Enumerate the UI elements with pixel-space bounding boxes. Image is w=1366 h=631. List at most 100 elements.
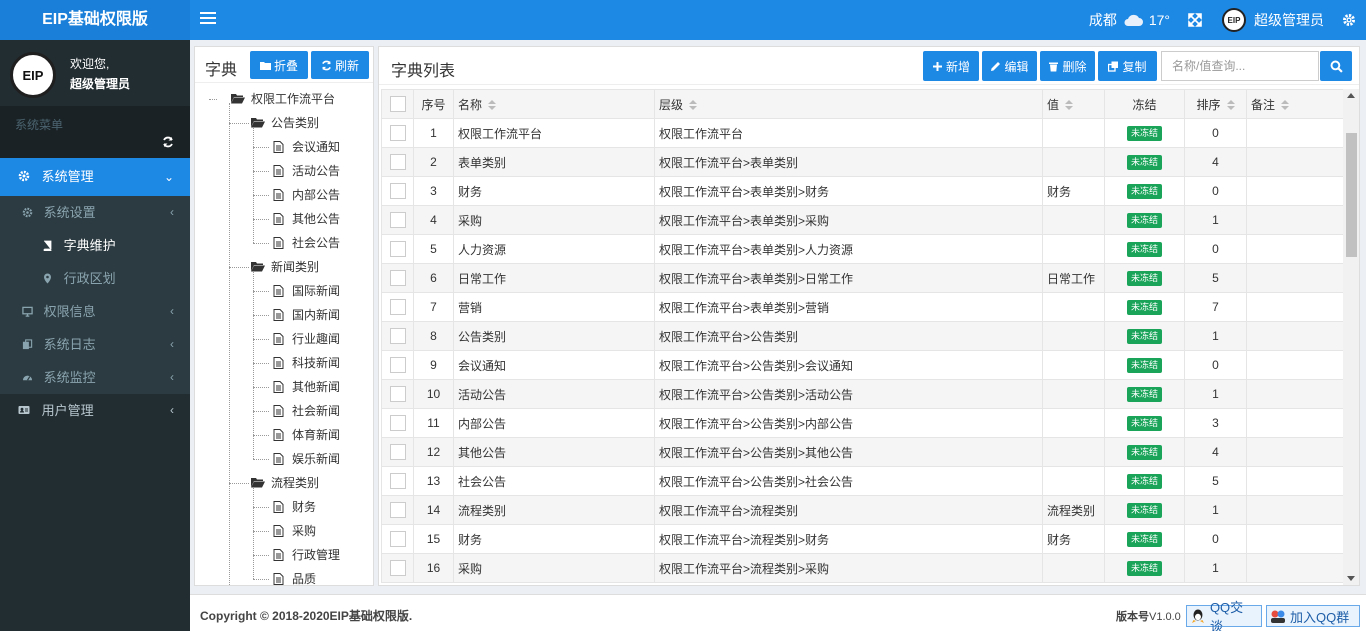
row-checkbox[interactable] bbox=[389, 328, 406, 344]
table-row[interactable]: 6 日常工作 权限工作流平台>表单类别>日常工作 日常工作 未冻结 5 bbox=[381, 263, 1343, 293]
tree-node-group[interactable]: 公告类别 bbox=[195, 111, 373, 135]
row-checkbox[interactable] bbox=[389, 560, 406, 576]
search-input[interactable] bbox=[1161, 51, 1319, 81]
tree-node-leaf[interactable]: 财务 bbox=[195, 495, 373, 519]
scrollbar-thumb[interactable] bbox=[1346, 133, 1357, 257]
row-checkbox[interactable] bbox=[389, 415, 406, 431]
menu-header: 系统菜单 bbox=[0, 106, 190, 158]
table-row[interactable]: 12 其他公告 权限工作流平台>公告类别>其他公告 未冻结 4 bbox=[381, 437, 1343, 467]
tree-node-leaf[interactable]: 其他新闻 bbox=[195, 375, 373, 399]
chevron-down-icon: ⌄ bbox=[163, 170, 174, 184]
qq-chat-button[interactable]: QQ交谈 bbox=[1186, 600, 1262, 631]
table-row[interactable]: 1 权限工作流平台 权限工作流平台 未冻结 0 bbox=[381, 118, 1343, 148]
document-icon bbox=[273, 333, 284, 345]
tree-node-leaf[interactable]: 科技新闻 bbox=[195, 351, 373, 375]
table-row[interactable]: 5 人力资源 权限工作流平台>表单类别>人力资源 未冻结 0 bbox=[381, 234, 1343, 264]
column-header-value[interactable]: 值 bbox=[1042, 89, 1105, 119]
row-checkbox[interactable] bbox=[389, 125, 406, 141]
table-row[interactable]: 16 采购 权限工作流平台>流程类别>采购 未冻结 1 bbox=[381, 553, 1343, 583]
header-username[interactable]: 超级管理员 bbox=[1254, 10, 1324, 30]
tree-node-leaf[interactable]: 会议通知 bbox=[195, 135, 373, 159]
brand-title[interactable]: EIP基础权限版 bbox=[0, 0, 190, 40]
row-checkbox[interactable] bbox=[389, 270, 406, 286]
row-checkbox[interactable] bbox=[389, 212, 406, 228]
tree-node-leaf[interactable]: 品质 bbox=[195, 567, 373, 585]
tree-node-leaf[interactable]: 行业趣闻 bbox=[195, 327, 373, 351]
sidebar-item-system-management[interactable]: 系统管理 ⌄ bbox=[0, 158, 190, 196]
sidebar-item-user-management[interactable]: 用户管理 ‹ bbox=[0, 394, 190, 427]
tree-node-leaf[interactable]: 国内新闻 bbox=[195, 303, 373, 327]
cell-frozen: 未冻结 bbox=[1104, 263, 1185, 293]
refresh-button[interactable]: 刷新 bbox=[311, 51, 369, 79]
row-checkbox[interactable] bbox=[389, 154, 406, 170]
row-checkbox[interactable] bbox=[389, 473, 406, 489]
cell-name: 社会公告 bbox=[453, 466, 655, 496]
table-row[interactable]: 7 营销 权限工作流平台>表单类别>营销 未冻结 7 bbox=[381, 292, 1343, 322]
vertical-scrollbar[interactable] bbox=[1343, 89, 1359, 585]
sort-icon bbox=[689, 99, 698, 110]
sidebar-item-region[interactable]: 行政区划 bbox=[0, 262, 190, 295]
search-button[interactable] bbox=[1320, 51, 1352, 81]
scroll-up-arrow[interactable] bbox=[1347, 93, 1355, 98]
sidebar-item-system-log[interactable]: 系统日志 ‹ bbox=[0, 328, 190, 361]
sidebar-item-permissions[interactable]: 权限信息 ‹ bbox=[0, 295, 190, 328]
cell-frozen: 未冻结 bbox=[1104, 292, 1185, 322]
menu-toggle-icon[interactable] bbox=[200, 12, 216, 26]
tree-node-group[interactable]: 流程类别 bbox=[195, 471, 373, 495]
delete-button[interactable]: 删除 bbox=[1040, 51, 1095, 81]
table-row[interactable]: 11 内部公告 权限工作流平台>公告类别>内部公告 未冻结 3 bbox=[381, 408, 1343, 438]
row-checkbox[interactable] bbox=[389, 357, 406, 373]
table-row[interactable]: 14 流程类别 权限工作流平台>流程类别 流程类别 未冻结 1 bbox=[381, 495, 1343, 525]
row-checkbox[interactable] bbox=[389, 502, 406, 518]
gear-icon[interactable] bbox=[1342, 13, 1356, 27]
cell-level: 权限工作流平台>表单类别>人力资源 bbox=[654, 234, 1043, 264]
qq-group-button[interactable]: 加入QQ群 bbox=[1266, 605, 1360, 627]
collapse-button[interactable]: 折叠 bbox=[250, 51, 308, 79]
table-row[interactable]: 10 活动公告 权限工作流平台>公告类别>活动公告 未冻结 1 bbox=[381, 379, 1343, 409]
tree-node-leaf[interactable]: 采购 bbox=[195, 519, 373, 543]
tree-node-root[interactable]: 权限工作流平台 bbox=[195, 87, 373, 111]
scroll-down-arrow[interactable] bbox=[1347, 576, 1355, 581]
table-row[interactable]: 8 公告类别 权限工作流平台>公告类别 未冻结 1 bbox=[381, 321, 1343, 351]
row-checkbox[interactable] bbox=[389, 386, 406, 402]
refresh-icon[interactable] bbox=[162, 136, 174, 148]
tree-node-leaf[interactable]: 活动公告 bbox=[195, 159, 373, 183]
select-all-checkbox[interactable] bbox=[389, 96, 406, 112]
cell-level: 权限工作流平台>表单类别>采购 bbox=[654, 205, 1043, 235]
row-checkbox[interactable] bbox=[389, 444, 406, 460]
add-button[interactable]: 新增 bbox=[923, 51, 979, 81]
table-row[interactable]: 9 会议通知 权限工作流平台>公告类别>会议通知 未冻结 0 bbox=[381, 350, 1343, 380]
column-header-level[interactable]: 层级 bbox=[654, 89, 1043, 119]
row-checkbox[interactable] bbox=[389, 299, 406, 315]
tree-node-leaf[interactable]: 内部公告 bbox=[195, 183, 373, 207]
sidebar-item-dictionary[interactable]: 字典维护 bbox=[0, 229, 190, 262]
tree-node-group[interactable]: 新闻类别 bbox=[195, 255, 373, 279]
row-checkbox[interactable] bbox=[389, 241, 406, 257]
table-row[interactable]: 13 社会公告 权限工作流平台>公告类别>社会公告 未冻结 5 bbox=[381, 466, 1343, 496]
table-row[interactable]: 2 表单类别 权限工作流平台>表单类别 未冻结 4 bbox=[381, 147, 1343, 177]
tree-node-leaf[interactable]: 娱乐新闻 bbox=[195, 447, 373, 471]
table-row[interactable]: 3 财务 权限工作流平台>表单类别>财务 财务 未冻结 0 bbox=[381, 176, 1343, 206]
sidebar-item-system-settings[interactable]: 系统设置 ‹ bbox=[0, 196, 190, 229]
row-checkbox[interactable] bbox=[389, 531, 406, 547]
tree-node-leaf[interactable]: 社会公告 bbox=[195, 231, 373, 255]
row-checkbox[interactable] bbox=[389, 183, 406, 199]
edit-button[interactable]: 编辑 bbox=[982, 51, 1037, 81]
dictionary-table: 序号 名称 层级 值 冻结 排序 备注 1 权限工作流平台 权限工作流平台 未冻结 0 2… bbox=[381, 89, 1343, 583]
copy-button[interactable]: 复制 bbox=[1098, 51, 1157, 81]
tree-node-leaf[interactable]: 其他公告 bbox=[195, 207, 373, 231]
header-avatar[interactable]: EIP bbox=[1222, 8, 1246, 32]
table-row[interactable]: 15 财务 权限工作流平台>流程类别>财务 财务 未冻结 0 bbox=[381, 524, 1343, 554]
tree-node-leaf[interactable]: 国际新闻 bbox=[195, 279, 373, 303]
tree-node-leaf[interactable]: 体育新闻 bbox=[195, 423, 373, 447]
tree-node-leaf[interactable]: 行政管理 bbox=[195, 543, 373, 567]
tree-node-leaf[interactable]: 社会新闻 bbox=[195, 399, 373, 423]
fullscreen-icon[interactable] bbox=[1188, 13, 1202, 27]
sidebar-item-system-monitor[interactable]: 系统监控 ‹ bbox=[0, 361, 190, 394]
list-panel-title: 字典列表 bbox=[391, 63, 456, 80]
column-header-sort[interactable]: 排序 bbox=[1184, 89, 1247, 119]
column-header-note[interactable]: 备注 bbox=[1246, 89, 1343, 119]
cell-note bbox=[1246, 176, 1343, 206]
column-header-name[interactable]: 名称 bbox=[453, 89, 655, 119]
table-row[interactable]: 4 采购 权限工作流平台>表单类别>采购 未冻结 1 bbox=[381, 205, 1343, 235]
